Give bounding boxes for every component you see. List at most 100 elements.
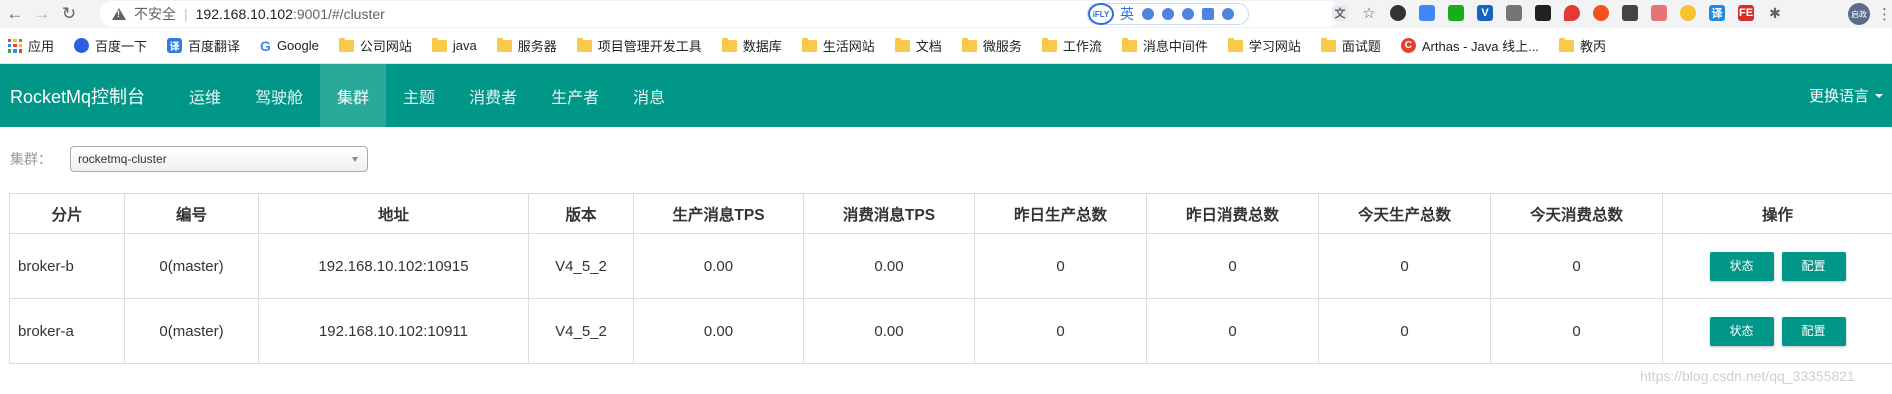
gear-icon[interactable] xyxy=(1222,8,1234,20)
cluster-filter: 集群： rocketmq-cluster xyxy=(0,127,1892,191)
cell-today-produce: 0 xyxy=(1318,298,1491,364)
insecure-label: 不安全 xyxy=(134,6,176,22)
broker-table: 分片 编号 地址 版本 生产消息TPS 消费消息TPS 昨日生产总数 昨日消费总数 今天生产总数… xyxy=(9,193,1892,364)
ifly-logo[interactable]: iFLY xyxy=(1088,3,1114,25)
translate-icon[interactable]: 文 xyxy=(1332,5,1348,21)
folder-icon xyxy=(496,37,512,52)
nav-item[interactable]: 集群 xyxy=(320,64,387,127)
bookmark-item[interactable]: 微服务 xyxy=(961,36,1022,55)
cell-yesterday-produce: 0 xyxy=(974,298,1147,364)
bookmark-item[interactable]: java xyxy=(431,37,477,53)
fanyi-icon: 译 xyxy=(167,38,183,53)
bookmark-item[interactable]: 面试题 xyxy=(1320,36,1381,55)
bookmark-label: 数据库 xyxy=(742,39,782,54)
download-icon[interactable] xyxy=(1506,5,1522,21)
cell-shard: broker-a xyxy=(9,298,125,364)
warning-icon xyxy=(112,8,126,20)
url-text[interactable]: 192.168.10.102:9001/#/cluster xyxy=(196,6,385,22)
nav-item[interactable]: 驾驶舱 xyxy=(238,64,320,127)
yellow-ext-icon[interactable] xyxy=(1680,5,1696,21)
status-button[interactable]: 状态 xyxy=(1709,316,1774,346)
bookmark-label: 百度翻译 xyxy=(188,39,241,54)
column-header: 生产消息TPS xyxy=(633,193,804,234)
game-icon[interactable] xyxy=(1535,5,1551,21)
bookmark-item[interactable]: 译百度翻译 xyxy=(167,36,240,55)
column-header: 今天消费总数 xyxy=(1490,193,1663,234)
menu-kebab-icon[interactable]: ⋮ xyxy=(1877,5,1892,23)
bookmark-item[interactable]: 应用 xyxy=(8,36,54,55)
browser-toolbar: ← → ↻ 不安全 | 192.168.10.102:9001/#/cluste… xyxy=(0,0,1892,28)
cell-consume-tps: 0.00 xyxy=(803,298,975,364)
csdn-icon: C xyxy=(1400,38,1416,53)
vue-icon[interactable]: V xyxy=(1477,5,1493,21)
cell-version: V4_5_2 xyxy=(528,233,634,299)
chevron-down-icon xyxy=(352,157,358,162)
nav-item[interactable]: 消费者 xyxy=(452,64,534,127)
back-icon[interactable]: ← xyxy=(3,2,27,26)
address-separator: | xyxy=(184,6,188,22)
bookmark-item[interactable]: 生活网站 xyxy=(801,36,875,55)
column-header: 昨日消费总数 xyxy=(1146,193,1319,234)
github-icon[interactable] xyxy=(1390,5,1406,21)
bookmark-item[interactable]: C Arthas - Java 线上... xyxy=(1400,36,1539,55)
cell-actions: 状态 配置 xyxy=(1662,233,1892,299)
fe-icon[interactable]: FE xyxy=(1738,5,1754,21)
bookmark-item[interactable]: 教丙 xyxy=(1558,36,1606,55)
language-dropdown[interactable]: 更换语言 xyxy=(1809,64,1883,127)
apps-icon xyxy=(8,38,22,53)
forward-icon[interactable]: → xyxy=(30,2,54,26)
bookmark-item[interactable]: 学习网站 xyxy=(1227,36,1301,55)
bookmark-item[interactable]: 数据库 xyxy=(721,36,782,55)
orange-ext-icon[interactable] xyxy=(1593,5,1609,21)
moon-icon[interactable] xyxy=(1142,8,1154,20)
reload-icon[interactable]: ↻ xyxy=(57,2,81,26)
chrome-ext-icon[interactable] xyxy=(1419,5,1435,21)
bookmark-item[interactable]: 工作流 xyxy=(1041,36,1102,55)
brand-title[interactable]: RocketMq控制台 xyxy=(0,64,172,127)
table-row: broker-a 0(master) 192.168.10.102:10911 V4_… xyxy=(9,298,1892,364)
ifly-language[interactable]: 英 xyxy=(1120,4,1134,24)
punctuation-icon[interactable] xyxy=(1162,8,1174,20)
microphone-icon[interactable] xyxy=(1182,8,1194,20)
ifly-toolbar[interactable]: iFLY 英 xyxy=(1087,3,1249,25)
puzzle-icon[interactable]: ✱ xyxy=(1767,5,1783,21)
bookmark-item[interactable]: 服务器 xyxy=(496,36,557,55)
folder-icon xyxy=(1227,37,1243,52)
nav-item[interactable]: 主题 xyxy=(386,64,452,127)
config-button[interactable]: 配置 xyxy=(1781,316,1846,346)
nav-item[interactable]: 运维 xyxy=(172,64,238,127)
bookmark-item[interactable]: 百度一下 xyxy=(74,36,147,55)
folder-icon xyxy=(1121,37,1137,52)
cell-address: 192.168.10.102:10911 xyxy=(258,298,529,364)
bookmark-item[interactable]: G Google xyxy=(260,38,319,54)
bookmark-label: 文档 xyxy=(915,39,942,54)
nav-item[interactable]: 生产者 xyxy=(534,64,616,127)
bookmark-label: 学习网站 xyxy=(1248,39,1301,54)
profile-avatar[interactable]: 启政 xyxy=(1848,3,1870,25)
cell-yesterday-produce: 0 xyxy=(974,233,1147,299)
bookmark-item[interactable]: 文档 xyxy=(894,36,942,55)
cluster-label: 集群： xyxy=(10,151,52,167)
bookmark-item[interactable]: 消息中间件 xyxy=(1121,36,1208,55)
location-icon[interactable] xyxy=(1564,5,1580,21)
chart-icon[interactable] xyxy=(1622,5,1638,21)
bookmark-item[interactable]: 公司网站 xyxy=(338,36,412,55)
keyboard-icon[interactable] xyxy=(1202,8,1214,20)
cell-version: V4_5_2 xyxy=(528,298,634,364)
bookmark-label: 教丙 xyxy=(1579,39,1606,54)
bookmark-item[interactable]: 项目管理开发工具 xyxy=(576,36,702,55)
cluster-select[interactable]: rocketmq-cluster xyxy=(70,146,368,172)
status-button[interactable]: 状态 xyxy=(1709,251,1774,281)
config-button[interactable]: 配置 xyxy=(1781,251,1846,281)
bookmark-label: 微服务 xyxy=(982,39,1022,54)
shield-icon[interactable] xyxy=(1448,5,1464,21)
broker-table-container: 分片 编号 地址 版本 生产消息TPS 消费消息TPS 昨日生产总数 昨日消费总数 今天生产总数… xyxy=(9,193,1892,364)
tree-icon[interactable] xyxy=(1651,5,1667,21)
column-header: 编号 xyxy=(124,193,259,234)
cell-produce-tps: 0.00 xyxy=(633,233,804,299)
nav-item[interactable]: 消息 xyxy=(616,64,682,127)
column-header: 昨日生产总数 xyxy=(974,193,1147,234)
star-icon[interactable]: ☆ xyxy=(1361,5,1377,22)
fanyi-ext-icon[interactable]: 译 xyxy=(1709,5,1725,21)
folder-icon xyxy=(431,37,447,52)
